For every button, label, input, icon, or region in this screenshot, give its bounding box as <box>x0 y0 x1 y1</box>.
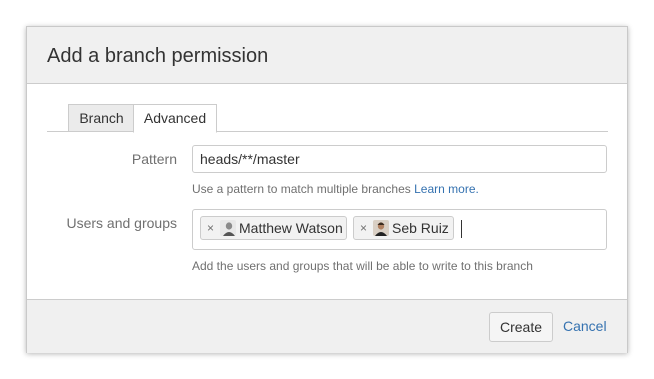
user-chip-seb-ruiz: × Seb Ruiz <box>353 216 454 240</box>
user-chip-matthew-watson: × Matthew Watson <box>200 216 347 240</box>
pattern-help-text: Use a pattern to match multiple branches <box>192 182 411 196</box>
dialog-title: Add a branch permission <box>47 45 269 67</box>
users-groups-picker[interactable]: × Matthew Watson × Seb Ruiz <box>192 209 607 250</box>
tab-branch[interactable]: Branch <box>68 104 134 132</box>
branch-permission-dialog: Add a branch permission Branch Advanced … <box>26 26 628 353</box>
remove-chip-icon[interactable]: × <box>360 217 367 239</box>
dialog-header: Add a branch permission <box>27 27 627 84</box>
remove-chip-icon[interactable]: × <box>207 217 214 239</box>
create-button[interactable]: Create <box>489 312 553 342</box>
pattern-help: Use a pattern to match multiple branches… <box>192 182 479 196</box>
users-help: Add the users and groups that will be ab… <box>192 259 533 273</box>
avatar-icon <box>373 220 389 236</box>
avatar-icon <box>220 220 236 236</box>
user-name: Matthew Watson <box>239 220 343 236</box>
users-label: Users and groups <box>66 215 177 231</box>
text-cursor <box>461 220 462 238</box>
pattern-input[interactable] <box>192 145 607 173</box>
dialog-footer: Create Cancel <box>27 299 627 353</box>
cancel-link[interactable]: Cancel <box>563 318 607 334</box>
user-name: Seb Ruiz <box>392 220 449 236</box>
learn-more-link[interactable]: Learn more. <box>414 182 479 196</box>
tab-advanced[interactable]: Advanced <box>133 104 217 133</box>
pattern-label: Pattern <box>131 151 177 167</box>
